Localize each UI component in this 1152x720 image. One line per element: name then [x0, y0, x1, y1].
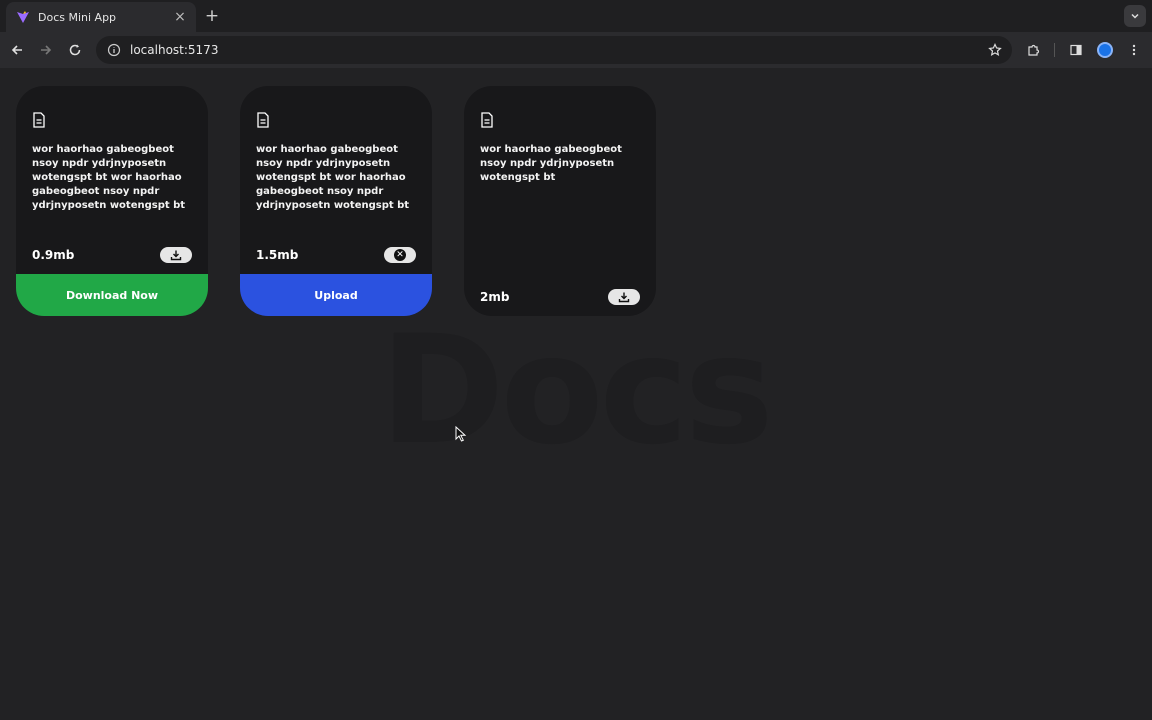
extensions-button[interactable] — [1023, 39, 1045, 61]
doc-card[interactable]: wor haorhao gabeogbeot nsoy npdr ydrjnyp… — [16, 86, 208, 316]
browser-tab-bar: Docs Mini App × + — [0, 0, 1152, 32]
download-icon — [170, 250, 182, 261]
chevron-down-icon — [1131, 13, 1139, 19]
file-size: 0.9mb — [32, 248, 75, 262]
file-size: 2mb — [480, 290, 510, 304]
side-panel-icon — [1070, 44, 1082, 56]
mouse-cursor-icon — [455, 426, 467, 442]
close-icon: ✕ — [394, 249, 406, 261]
close-button[interactable]: ✕ — [384, 247, 416, 263]
side-panel-button[interactable] — [1065, 39, 1087, 61]
upload-button[interactable]: Upload — [240, 274, 432, 316]
arrow-left-icon — [11, 45, 22, 55]
more-vertical-icon — [1132, 44, 1136, 56]
document-icon — [33, 112, 45, 128]
app-page: Docs wor haorhao gabeogbeot nsoy npdr yd… — [0, 68, 1152, 720]
download-button[interactable] — [160, 247, 192, 263]
profile-button[interactable] — [1094, 39, 1116, 61]
browser-tab[interactable]: Docs Mini App × — [6, 2, 196, 32]
tab-title: Docs Mini App — [38, 10, 117, 24]
document-icon — [481, 112, 493, 128]
docs-watermark: Docs — [380, 304, 774, 478]
profile-avatar-icon — [1097, 42, 1113, 58]
puzzle-icon — [1028, 44, 1040, 56]
toolbar-separator — [1054, 43, 1055, 57]
url-text[interactable]: localhost:5173 — [130, 43, 984, 57]
forward-button[interactable] — [35, 39, 57, 61]
tab-close-icon[interactable]: × — [172, 9, 188, 25]
download-icon — [618, 292, 630, 303]
card-description: wor haorhao gabeogbeot nsoy npdr ydrjnyp… — [480, 144, 622, 183]
back-button[interactable] — [6, 39, 28, 61]
doc-card[interactable]: wor haorhao gabeogbeot nsoy npdr ydrjnyp… — [240, 86, 432, 316]
card-footer: 0.9mb — [32, 247, 192, 263]
card-footer: 2mb — [480, 289, 640, 305]
vite-favicon-icon — [16, 10, 30, 24]
reload-button[interactable] — [64, 39, 86, 61]
download-button[interactable] — [608, 289, 640, 305]
address-bar[interactable]: localhost:5173 — [96, 36, 1012, 64]
bookmark-star-icon[interactable] — [984, 39, 1006, 61]
menu-button[interactable] — [1123, 39, 1145, 61]
card-description: wor haorhao gabeogbeot nsoy npdr ydrjnyp… — [256, 144, 410, 211]
document-icon — [257, 112, 269, 128]
card-footer: 1.5mb ✕ — [256, 247, 416, 263]
card-description: wor haorhao gabeogbeot nsoy npdr ydrjnyp… — [32, 144, 186, 211]
reload-icon — [69, 44, 81, 56]
info-icon[interactable] — [106, 42, 122, 58]
tab-search-button[interactable] — [1124, 5, 1146, 27]
browser-toolbar: localhost:5173 — [0, 32, 1152, 68]
file-size: 1.5mb — [256, 248, 299, 262]
arrow-right-icon — [41, 45, 52, 55]
download-now-button[interactable]: Download Now — [16, 274, 208, 316]
doc-card[interactable]: wor haorhao gabeogbeot nsoy npdr ydrjnyp… — [464, 86, 656, 316]
new-tab-button[interactable]: + — [202, 6, 222, 26]
